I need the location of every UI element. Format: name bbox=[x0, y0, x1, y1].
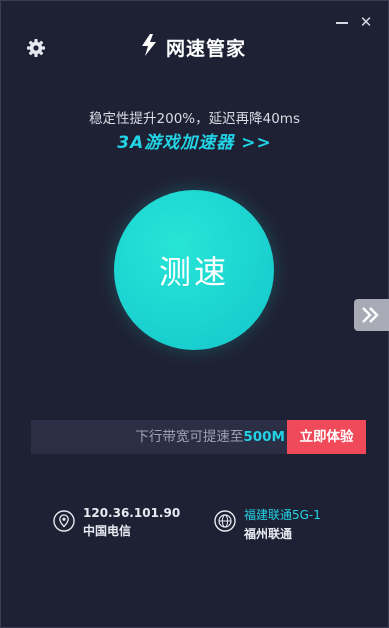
network-isp: 福州联通 bbox=[244, 527, 293, 541]
network-name-link[interactable]: 福建联通5G-1 bbox=[244, 506, 321, 523]
logo-icon bbox=[138, 33, 160, 61]
ip-address: 120.36.101.90 bbox=[83, 506, 181, 520]
ip-info: 120.36.101.90 中国电信 bbox=[53, 506, 180, 539]
app-brand: 网速管家 bbox=[138, 33, 246, 61]
upgrade-banner: 下行带宽可提速至500M 立即体验 bbox=[31, 420, 366, 454]
promo-text: 稳定性提升200%，延迟再降40ms bbox=[89, 111, 300, 127]
upgrade-text: 下行带宽可提速至500M bbox=[31, 420, 285, 454]
location-pin-icon bbox=[53, 510, 75, 532]
speed-test-button[interactable]: 测速 bbox=[114, 190, 274, 350]
globe-icon bbox=[214, 510, 236, 532]
isp-name: 中国电信 bbox=[83, 524, 132, 538]
gear-icon[interactable] bbox=[26, 38, 46, 58]
double-chevron-right-icon bbox=[354, 307, 389, 335]
minimize-button[interactable] bbox=[334, 14, 350, 30]
network-info: 福建联通5G-1 福州联通 bbox=[214, 506, 321, 542]
try-now-button[interactable]: 立即体验 bbox=[287, 420, 366, 454]
close-button[interactable]: ✕ bbox=[358, 14, 374, 30]
side-expand-tab[interactable] bbox=[354, 299, 389, 331]
speed-test-label: 测速 bbox=[158, 253, 229, 291]
promo-link[interactable]: 3A游戏加速器 >> bbox=[0, 128, 389, 153]
upgrade-bandwidth-value: 500M bbox=[243, 429, 285, 445]
upgrade-prefix: 下行带宽可提速至 bbox=[135, 429, 244, 445]
app-title: 网速管家 bbox=[166, 37, 247, 60]
